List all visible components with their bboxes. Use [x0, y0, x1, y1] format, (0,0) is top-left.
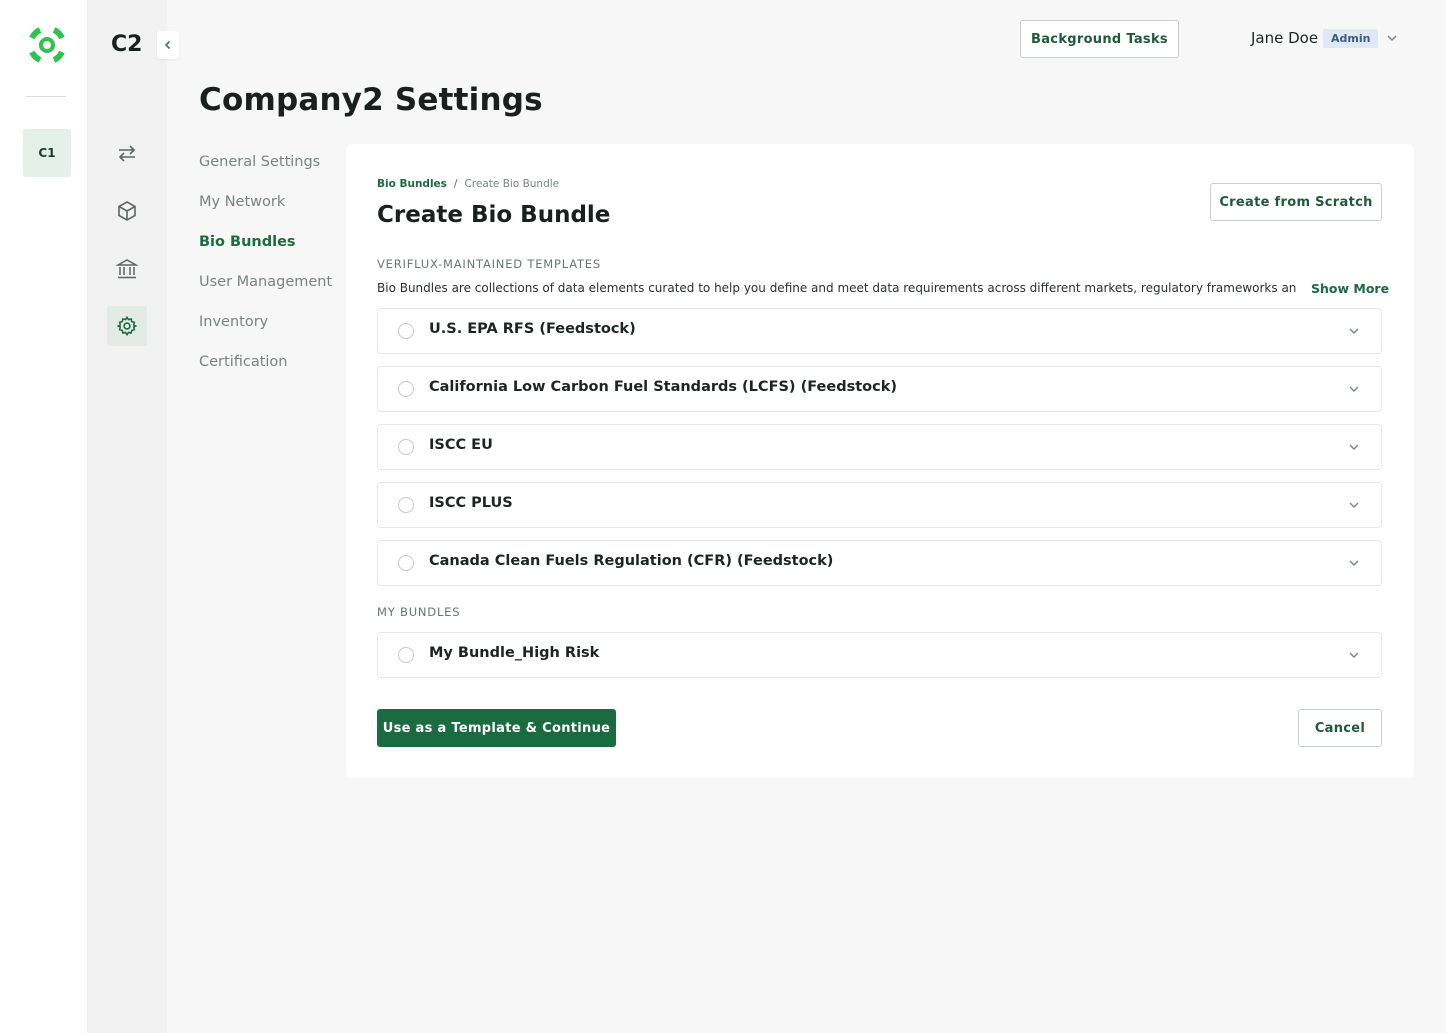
nav-settings[interactable]: [107, 306, 147, 346]
template-label: U.S. EPA RFS (Feedstock): [429, 321, 636, 337]
org-code: C2: [111, 32, 143, 57]
section-sidebar: C2: [88, 0, 179, 1033]
template-radio[interactable]: [398, 497, 414, 513]
show-more-link[interactable]: Show More: [1311, 281, 1389, 296]
breadcrumb: Bio Bundles / Create Bio Bundle: [377, 178, 559, 190]
chevron-down-icon[interactable]: [1347, 324, 1361, 338]
card-title: Create Bio Bundle: [377, 202, 611, 228]
template-label: ISCC PLUS: [429, 495, 513, 511]
chevron-left-icon: [164, 40, 171, 50]
chevron-down-icon[interactable]: [1347, 498, 1361, 512]
use-template-continue-button[interactable]: Use as a Template & Continue: [377, 709, 616, 747]
page-title: Company2 Settings: [199, 82, 543, 118]
template-row[interactable]: ISCC EU: [377, 424, 1382, 470]
bundle-row[interactable]: My Bundle_High Risk: [377, 632, 1382, 678]
templates-description: Bio Bundles are collections of data elem…: [377, 281, 1297, 295]
bundle-radio[interactable]: [398, 647, 414, 663]
rail-divider: [26, 96, 66, 97]
breadcrumb-bio-bundles[interactable]: Bio Bundles: [377, 178, 447, 190]
collapse-sidebar-button[interactable]: [157, 31, 179, 59]
template-radio[interactable]: [398, 439, 414, 455]
chevron-down-icon[interactable]: [1347, 556, 1361, 570]
app-logo-icon[interactable]: [26, 24, 68, 66]
cube-icon: [118, 201, 136, 221]
menu-item-bio-bundles[interactable]: Bio Bundles: [199, 231, 332, 271]
gear-icon: [116, 315, 138, 337]
bank-icon: [116, 259, 138, 279]
cancel-button[interactable]: Cancel: [1298, 709, 1382, 747]
templates-section-label: VERIFLUX-MAINTAINED TEMPLATES: [377, 257, 601, 271]
background-tasks-button[interactable]: Background Tasks: [1020, 20, 1179, 58]
menu-item-certification[interactable]: Certification: [199, 351, 332, 391]
menu-item-my-network[interactable]: My Network: [199, 191, 332, 231]
settings-menu: General Settings My Network Bio Bundles …: [199, 151, 332, 391]
nav-transactions[interactable]: [107, 133, 147, 173]
chevron-down-icon[interactable]: [1347, 648, 1361, 662]
template-label: ISCC EU: [429, 437, 493, 453]
template-radio[interactable]: [398, 555, 414, 571]
template-row[interactable]: California Low Carbon Fuel Standards (LC…: [377, 366, 1382, 412]
template-row[interactable]: U.S. EPA RFS (Feedstock): [377, 308, 1382, 354]
menu-item-user-management[interactable]: User Management: [199, 271, 332, 311]
app-rail: C1: [0, 0, 88, 1033]
create-from-scratch-button[interactable]: Create from Scratch: [1210, 183, 1382, 221]
user-name[interactable]: Jane Doe: [1251, 29, 1318, 47]
chevron-down-icon[interactable]: [1385, 31, 1399, 45]
nav-products[interactable]: [107, 191, 147, 231]
my-bundles-section-label: MY BUNDLES: [377, 605, 461, 619]
template-label: Canada Clean Fuels Regulation (CFR) (Fee…: [429, 553, 834, 569]
menu-item-general-settings[interactable]: General Settings: [199, 151, 332, 191]
swap-icon: [118, 145, 136, 162]
template-radio[interactable]: [398, 323, 414, 339]
breadcrumb-separator: /: [453, 178, 458, 190]
breadcrumb-current: Create Bio Bundle: [464, 178, 560, 190]
template-radio[interactable]: [398, 381, 414, 397]
template-label: California Low Carbon Fuel Standards (LC…: [429, 379, 897, 395]
nav-facilities[interactable]: [107, 249, 147, 289]
chevron-down-icon[interactable]: [1347, 440, 1361, 454]
chevron-down-icon[interactable]: [1347, 382, 1361, 396]
menu-item-inventory[interactable]: Inventory: [199, 311, 332, 351]
template-row[interactable]: ISCC PLUS: [377, 482, 1382, 528]
template-row[interactable]: Canada Clean Fuels Regulation (CFR) (Fee…: [377, 540, 1382, 586]
org-switcher-c1[interactable]: C1: [23, 129, 71, 177]
create-bundle-card: Bio Bundles / Create Bio Bundle Create Bio…: [346, 144, 1414, 778]
bundle-label: My Bundle_High Risk: [429, 645, 600, 661]
role-badge: Admin: [1323, 29, 1379, 48]
